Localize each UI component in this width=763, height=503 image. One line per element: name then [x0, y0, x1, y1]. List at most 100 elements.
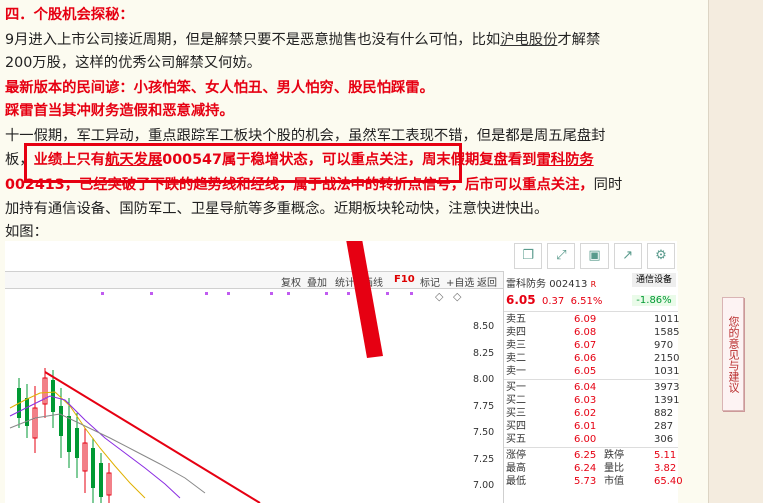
- order-volume: 2150: [654, 353, 680, 364]
- order-label: 卖二: [506, 353, 526, 364]
- figure-caption: 如图：: [5, 224, 48, 240]
- divider: [504, 447, 678, 448]
- copy-icon[interactable]: ❐: [514, 243, 543, 269]
- chart-toolbar: 复权 叠加 统计 画线 F10 标记 +自选 返回: [5, 271, 503, 289]
- event-markers: [101, 292, 413, 295]
- chart-icon-toolbar: ❐ ⤢ ▣ ↗ ⚙: [511, 241, 677, 269]
- paragraph-unlock: 9月进入上市公司接近周期，但是解禁只要不是恶意抛售也没有什么可怕，比如沪电股份才…: [5, 32, 601, 48]
- toolbar-f10[interactable]: F10: [394, 274, 415, 285]
- order-label: 买四: [506, 421, 526, 432]
- order-row: 卖三 6.07 970: [504, 339, 678, 352]
- order-row: 卖二 6.06 2150: [504, 352, 680, 365]
- toolbar-diejia[interactable]: 叠加: [307, 274, 327, 289]
- order-volume: 882: [654, 408, 674, 419]
- order-price: 6.06: [574, 353, 597, 364]
- divider: [504, 379, 678, 380]
- stat-cell: 5.73: [574, 476, 597, 487]
- y-tick: 8.00: [473, 374, 495, 385]
- stat-cell: 最低: [506, 476, 526, 487]
- svg-text:◇: ◇: [453, 290, 462, 303]
- y-tick: 7.25: [473, 454, 495, 465]
- stat-cell: 6.25: [574, 450, 597, 461]
- order-label: 卖四: [506, 327, 526, 338]
- paragraph-unlock-line2: 200万股，这样的优秀公司解禁又何妨。: [5, 55, 262, 71]
- stock-link-huidian[interactable]: 沪电股份: [500, 32, 557, 48]
- order-volume: 1011: [654, 314, 680, 325]
- order-price: 6.05: [574, 366, 597, 377]
- order-volume: 306: [654, 434, 674, 445]
- order-price: 6.07: [574, 340, 597, 351]
- order-row: 卖五 6.09 1011: [504, 313, 680, 326]
- stat-row: 涨停 6.25 跌停 5.11: [504, 449, 678, 462]
- order-price: 6.00: [574, 434, 597, 445]
- order-volume: 970: [654, 340, 674, 351]
- order-volume: 1031: [654, 366, 680, 377]
- price-row: 6.05 0.37 6.51%: [506, 293, 603, 307]
- stat-cell: 5.11: [654, 450, 677, 461]
- share-icon[interactable]: ↗: [613, 243, 642, 269]
- order-row: 卖一 6.05 1031: [504, 365, 680, 378]
- stock-chart-image: ❐ ⤢ ▣ ↗ ⚙ 复权 叠加 统计 画线 F10 标记 +自选 返回 ◇ ◇: [5, 241, 683, 503]
- proverb-line: 最新版本的民间谚：小孩怕笨、女人怕丑、男人怕穷、股民怕踩雷。: [5, 80, 434, 96]
- order-row: 买三 6.02 882: [504, 407, 678, 420]
- order-label: 买五: [506, 434, 526, 445]
- stat-cell: 涨停: [506, 450, 526, 461]
- y-tick: 7.75: [473, 401, 495, 412]
- y-tick: 7.00: [473, 480, 495, 491]
- y-tick: 8.25: [473, 348, 495, 359]
- sector-tag[interactable]: 通信设备: [632, 273, 676, 287]
- order-volume: 3973: [654, 382, 680, 393]
- order-label: 买二: [506, 395, 526, 406]
- feedback-button[interactable]: 您的意见与建议: [722, 297, 744, 411]
- order-label: 卖一: [506, 366, 526, 377]
- y-tick: 7.50: [473, 427, 495, 438]
- order-price: 6.04: [574, 382, 597, 393]
- stat-cell: 最高: [506, 463, 526, 474]
- y-axis: 8.50 8.25 8.00 7.75 7.50 7.25 7.00: [469, 287, 503, 503]
- order-price: 6.09: [574, 314, 597, 325]
- stat-cell: 跌停: [604, 450, 624, 461]
- order-price: 6.08: [574, 327, 597, 338]
- order-label: 买三: [506, 408, 526, 419]
- stat-cell: 市值: [604, 476, 624, 487]
- order-price: 6.02: [574, 408, 597, 419]
- order-row: 买五 6.00 306: [504, 433, 678, 446]
- svg-text:◇: ◇: [435, 290, 444, 303]
- order-row: 卖四 6.08 1585: [504, 326, 680, 339]
- y-tick: 8.50: [473, 321, 495, 332]
- settings-icon[interactable]: ⚙: [646, 243, 676, 269]
- save-icon[interactable]: ▣: [580, 243, 609, 269]
- expand-icon[interactable]: ⤢: [547, 243, 576, 269]
- order-volume: 1391: [654, 395, 680, 406]
- order-price: 6.01: [574, 421, 597, 432]
- highlight-box: [24, 143, 462, 183]
- order-row: 买四 6.01 287: [504, 420, 678, 433]
- order-price: 6.03: [574, 395, 597, 406]
- toolbar-tongji[interactable]: 统计: [335, 274, 355, 289]
- toolbar-fuquan[interactable]: 复权: [281, 274, 301, 289]
- stat-row: 最高 6.24 量比 3.82: [504, 462, 678, 475]
- article-body: 四．个股机会探秘： 9月进入上市公司接近周期，但是解禁只要不是恶意抛售也没有什么…: [0, 0, 708, 503]
- toolbar-biaoji[interactable]: 标记: [420, 274, 440, 289]
- stock-link-leike[interactable]: 雷科防务: [536, 152, 593, 168]
- section-heading: 四．个股机会探秘：: [5, 7, 134, 23]
- candles: [17, 368, 112, 503]
- stat-cell: 6.24: [574, 463, 597, 474]
- order-row: 买一 6.04 3973: [504, 381, 680, 394]
- order-label: 卖三: [506, 340, 526, 351]
- sector-change: -1.86%: [632, 295, 676, 306]
- divider: [504, 311, 678, 312]
- stat-cell: 3.82: [654, 463, 677, 474]
- stat-cell: 量比: [604, 463, 624, 474]
- stat-cell: 65.40: [654, 476, 683, 487]
- warning-line: 踩雷首当其冲财务造假和恶意减持。: [5, 103, 234, 119]
- toolbar-huaxian[interactable]: 画线: [363, 274, 383, 289]
- order-label: 买一: [506, 382, 526, 393]
- right-sidebar: [708, 0, 763, 503]
- order-row: 买二 6.03 1391: [504, 394, 680, 407]
- order-volume: 1585: [654, 327, 680, 338]
- stock-name-code: 雷科防务 002413 R: [506, 279, 597, 290]
- quote-panel: 雷科防务 002413 R 通信设备 6.05 0.37 6.51% -1.86…: [503, 271, 683, 503]
- kline-plot: ◇ ◇: [9, 290, 462, 503]
- paragraph-military-line4: 加持有通信设备、国防军工、卫星导航等多重概念。近期板块轮动快，注意快进快出。: [5, 201, 549, 217]
